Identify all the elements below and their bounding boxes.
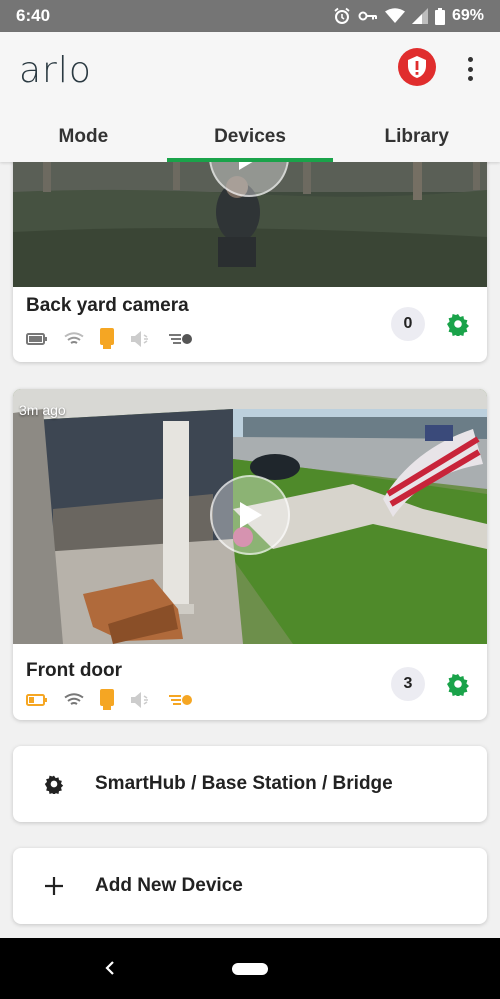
- speaker-muted-icon: [130, 330, 152, 348]
- camera-snapshot[interactable]: 3m ago: [13, 389, 487, 644]
- device-card-back-yard[interactable]: Back yard camera 0: [13, 162, 487, 362]
- plus-icon: [13, 876, 95, 896]
- tab-bar: Mode Devices Library: [0, 116, 500, 162]
- play-button[interactable]: [210, 475, 290, 555]
- event-count-badge[interactable]: 0: [391, 307, 425, 341]
- device-settings-button[interactable]: [445, 671, 471, 697]
- status-time: 6:40: [16, 6, 51, 25]
- device-status-icons: [26, 328, 194, 350]
- gear-icon: [13, 774, 95, 794]
- battery-status-icon: [434, 7, 445, 25]
- app-logo: arlo: [19, 50, 92, 91]
- sd-storage-icon: [100, 328, 114, 350]
- device-name: Back yard camera: [26, 295, 189, 316]
- device-status-icons: [26, 689, 194, 711]
- wifi-icon: [64, 693, 84, 707]
- back-button[interactable]: [100, 958, 120, 978]
- cell-signal-icon: [411, 8, 428, 24]
- smarthub-label: SmartHub / Base Station / Bridge: [95, 773, 393, 794]
- battery-icon: [26, 333, 48, 345]
- gear-icon: [447, 314, 469, 336]
- sd-storage-icon: [100, 689, 114, 711]
- battery-percent: 69%: [451, 7, 484, 24]
- motion-sensitivity-icon: [168, 332, 194, 346]
- motion-sensitivity-icon: [168, 693, 194, 707]
- overflow-menu-button[interactable]: [460, 54, 480, 84]
- status-bar: 6:40 69%: [0, 0, 500, 32]
- device-name: Front door: [26, 660, 123, 681]
- back-chevron-icon: [105, 961, 114, 975]
- add-new-device-button[interactable]: Add New Device: [13, 848, 487, 924]
- play-icon: [239, 162, 253, 170]
- wifi-icon: [64, 332, 84, 346]
- vpn-key-icon: [358, 9, 378, 23]
- tab-devices[interactable]: Devices: [166, 116, 334, 162]
- tab-mode[interactable]: Mode: [0, 116, 167, 158]
- gear-icon: [447, 674, 469, 696]
- camera-snapshot[interactable]: [13, 162, 487, 287]
- device-card-front-door[interactable]: 3m ago Front door 3: [13, 389, 487, 720]
- wifi-status-icon: [384, 8, 405, 24]
- play-icon: [240, 502, 262, 528]
- add-device-label: Add New Device: [95, 875, 243, 896]
- speaker-muted-icon: [130, 691, 152, 709]
- status-icons: 69%: [333, 7, 484, 25]
- device-settings-button[interactable]: [445, 311, 471, 337]
- snapshot-timestamp: 3m ago: [19, 402, 66, 418]
- tab-library[interactable]: Library: [333, 116, 500, 158]
- devices-list: Back yard camera 0 3m ago Front door 3 S…: [0, 162, 500, 938]
- battery-low-icon: [26, 694, 48, 706]
- alert-shield-button[interactable]: [398, 48, 436, 86]
- shield-alert-icon: [408, 56, 426, 78]
- event-count-badge[interactable]: 3: [391, 667, 425, 701]
- system-nav-bar: [0, 938, 500, 999]
- home-button[interactable]: [232, 963, 268, 975]
- smarthub-base-station-button[interactable]: SmartHub / Base Station / Bridge: [13, 746, 487, 822]
- app-bar: arlo Mode Devices Library: [0, 32, 500, 162]
- alarm-icon: [333, 7, 351, 25]
